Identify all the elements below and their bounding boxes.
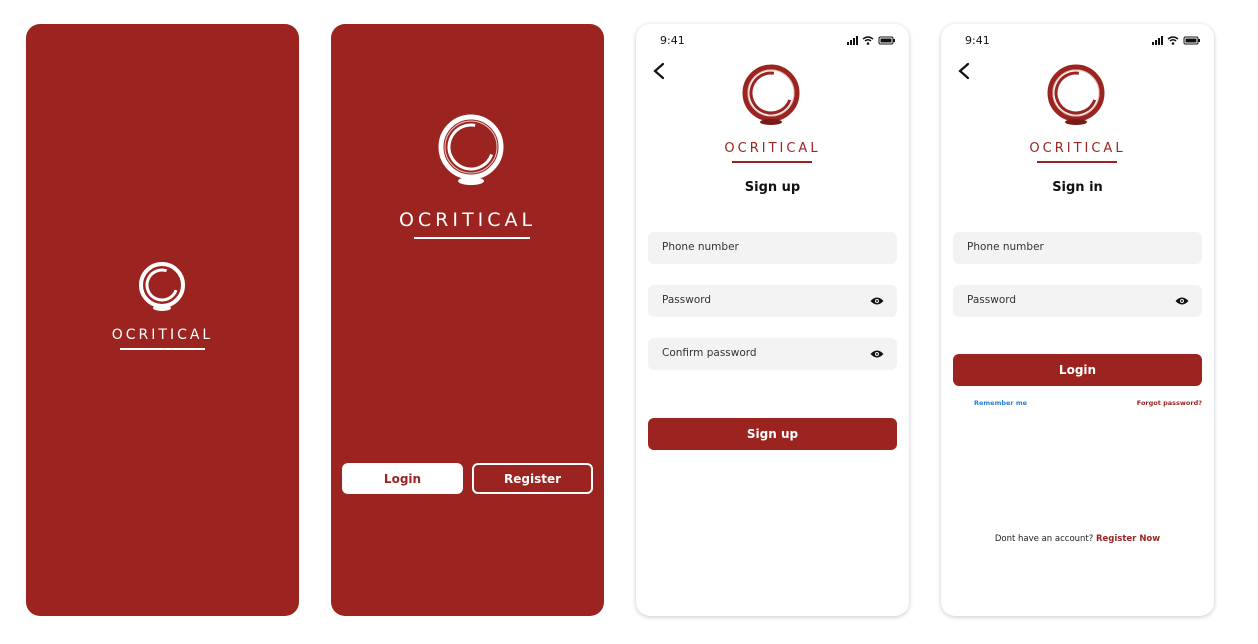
status-time: 9:41 [965, 34, 990, 47]
register-now-link[interactable]: Register Now [1096, 534, 1160, 544]
password-field[interactable]: Password [953, 285, 1202, 317]
wordmark-underline [1037, 161, 1117, 163]
no-account-text: Dont have an account? [994, 534, 1094, 544]
wordmark-underline [414, 237, 530, 239]
remember-me-link[interactable]: Remember me [974, 399, 1027, 407]
signal-icon [1152, 36, 1163, 45]
brand-wordmark: OCRITICAL [724, 141, 821, 156]
password-field[interactable]: Password [648, 285, 897, 317]
confirm-password-placeholder: Confirm password [662, 347, 757, 359]
brand-wordmark: OCRITICAL [1029, 141, 1126, 156]
logo-ring-icon [1047, 64, 1105, 125]
register-button[interactable]: Register [472, 463, 593, 494]
phone-field[interactable]: Phone number [648, 232, 897, 264]
battery-icon [878, 36, 895, 45]
splash-screen: OCRITICAL [26, 24, 299, 616]
phone-field[interactable]: Phone number [953, 232, 1202, 264]
phone-placeholder: Phone number [662, 241, 739, 253]
brand-wordmark: OCRITICAL [398, 209, 537, 231]
brand-wordmark: OCRITICAL [111, 327, 214, 343]
signup-button[interactable]: Sign up [648, 418, 897, 450]
phone-placeholder: Phone number [967, 241, 1044, 253]
page-title: Sign up [744, 180, 801, 195]
logo-ring-icon [139, 262, 185, 311]
eye-icon[interactable] [1175, 296, 1189, 306]
forgot-password-link[interactable]: Forgot password? [1137, 399, 1202, 407]
logo-ring-icon [742, 64, 800, 125]
logo-ring-icon [438, 114, 504, 185]
password-placeholder: Password [662, 294, 712, 306]
signin-screen: 9:41 OCRITICAL Sign in Phone number Pass… [941, 24, 1214, 616]
login-button[interactable]: Login [953, 354, 1202, 386]
wordmark-underline [732, 161, 812, 163]
login-button[interactable]: Login [342, 463, 463, 494]
status-icons [847, 36, 895, 45]
page-title: Sign in [1052, 180, 1103, 195]
back-arrow-icon[interactable] [957, 62, 971, 80]
password-placeholder: Password [967, 294, 1017, 306]
eye-icon[interactable] [870, 296, 884, 306]
wordmark-underline [120, 348, 205, 350]
signal-icon [847, 36, 858, 45]
wifi-icon [1167, 36, 1179, 45]
no-account-prompt: Dont have an account? Register Now [941, 534, 1214, 544]
status-icons [1152, 36, 1200, 45]
signup-screen: 9:41 OCRITICAL Sign up Phone number Pass… [636, 24, 909, 616]
battery-icon [1183, 36, 1200, 45]
wifi-icon [862, 36, 874, 45]
back-arrow-icon[interactable] [652, 62, 666, 80]
confirm-password-field[interactable]: Confirm password [648, 338, 897, 370]
welcome-screen: OCRITICAL Login Register [331, 24, 604, 616]
status-time: 9:41 [660, 34, 685, 47]
eye-icon[interactable] [870, 349, 884, 359]
